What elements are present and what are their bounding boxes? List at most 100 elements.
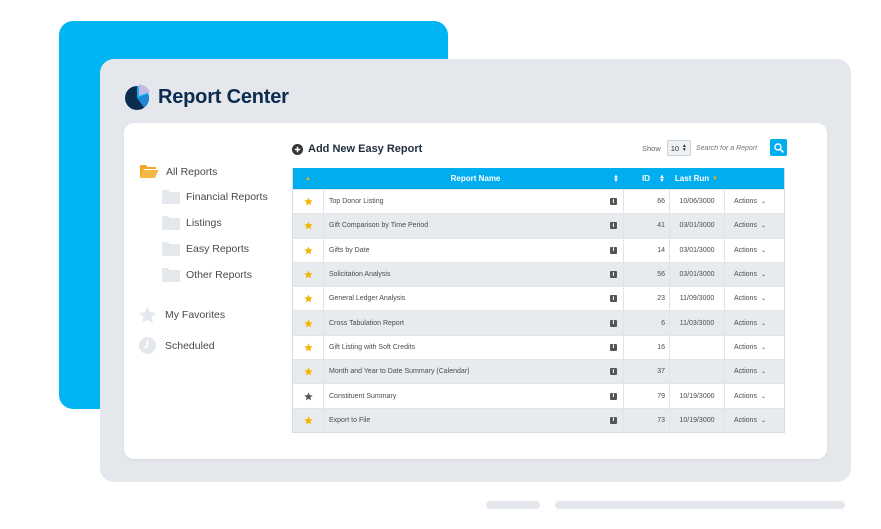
- favorite-toggle[interactable]: [293, 311, 323, 334]
- sidebar-item-label: Other Reports: [186, 269, 252, 281]
- report-name: Gifts by Date: [329, 246, 370, 254]
- table-row[interactable]: General Ledger Analysis i 23 11/09/3000 A…: [293, 286, 784, 311]
- sidebar-item-financial-reports[interactable]: Financial Reports: [162, 190, 268, 204]
- table-row[interactable]: Month and Year to Date Summary (Calendar…: [293, 359, 784, 384]
- sidebar-item-easy-reports[interactable]: Easy Reports: [162, 242, 249, 256]
- actions-label: Actions: [734, 368, 757, 376]
- info-icon[interactable]: i: [610, 198, 617, 206]
- report-name-cell[interactable]: Gift Comparison by Time Period i: [323, 214, 623, 238]
- info-icon[interactable]: i: [610, 319, 617, 327]
- report-name-cell[interactable]: Month and Year to Date Summary (Calendar…: [323, 360, 623, 384]
- table-row[interactable]: Export to File i 73 10/19/3000 Actions ⌄: [293, 407, 784, 432]
- report-name-cell[interactable]: Cross Tabulation Report i: [323, 311, 623, 335]
- actions-dropdown[interactable]: Actions ⌄: [724, 360, 784, 384]
- last-run-cell: 03/01/3000: [669, 238, 724, 262]
- favorite-toggle[interactable]: [293, 336, 323, 359]
- favorite-column-header[interactable]: ▲: [293, 168, 323, 189]
- info-icon[interactable]: i: [610, 271, 617, 279]
- info-icon[interactable]: i: [610, 295, 617, 303]
- show-label: Show: [642, 143, 661, 153]
- actions-label: Actions: [734, 295, 757, 303]
- show-count-value: 10: [670, 143, 680, 153]
- favorite-toggle[interactable]: [293, 409, 323, 432]
- sidebar-item-my-favorites[interactable]: My Favorites: [138, 306, 225, 324]
- last-run-column-header[interactable]: Last Run ▼: [669, 168, 724, 189]
- show-count-select[interactable]: 10 ▲ ▼: [666, 140, 691, 156]
- scroll-indicator[interactable]: [555, 501, 845, 509]
- favorite-toggle[interactable]: [293, 190, 323, 213]
- actions-dropdown[interactable]: Actions ⌄: [724, 335, 784, 360]
- sidebar-item-label: Scheduled: [165, 339, 215, 352]
- id-column-header[interactable]: ID ▲ ▼: [623, 168, 669, 189]
- info-icon[interactable]: i: [610, 368, 617, 376]
- info-icon[interactable]: i: [610, 222, 617, 230]
- sidebar-item-listings[interactable]: Listings: [162, 216, 222, 230]
- report-name-cell[interactable]: Constituent Summary i: [323, 384, 623, 408]
- actions-dropdown[interactable]: Actions ⌄: [724, 262, 784, 287]
- sidebar-item-other-reports[interactable]: Other Reports: [162, 268, 252, 282]
- star-icon: [303, 197, 313, 206]
- report-name-cell[interactable]: General Ledger Analysis i: [323, 287, 623, 311]
- report-name: Month and Year to Date Summary (Calendar…: [329, 368, 470, 376]
- actions-dropdown[interactable]: Actions ⌄: [724, 384, 784, 408]
- report-name-cell[interactable]: Gifts by Date i: [323, 238, 623, 262]
- report-name-cell[interactable]: Gift Listing with Soft Credits i: [323, 335, 623, 360]
- actions-dropdown[interactable]: Actions ⌄: [724, 311, 784, 335]
- table-row[interactable]: Solicitation Analysis i 56 03/01/3000 Act…: [293, 261, 784, 287]
- app-title: Report Center: [158, 85, 289, 108]
- chevron-down-icon: ⌄: [760, 369, 766, 376]
- folder-icon: [162, 190, 180, 204]
- favorite-toggle[interactable]: [293, 263, 323, 286]
- sidebar-item-label: My Favorites: [165, 309, 226, 321]
- sidebar-item-label: Listings: [186, 217, 222, 229]
- favorite-toggle[interactable]: [293, 239, 323, 262]
- star-icon: [303, 367, 313, 376]
- reports-table: ▲ Report Name ▲ ▼ ID ▲ ▼ Last Run ▼ Top Do…: [292, 168, 785, 433]
- chevron-down-icon: ⌄: [760, 320, 766, 327]
- id-cell: 37: [623, 360, 669, 384]
- star-icon: [303, 294, 313, 303]
- id-cell: 56: [623, 262, 669, 287]
- report-name-cell[interactable]: Solicitation Analysis i: [323, 262, 623, 287]
- info-icon[interactable]: i: [610, 392, 617, 400]
- chevron-down-icon: ⌄: [760, 223, 766, 230]
- favorite-toggle[interactable]: [293, 287, 323, 310]
- search-input[interactable]: [696, 139, 770, 157]
- sidebar-item-all-reports[interactable]: All Reports: [139, 164, 217, 179]
- table-row[interactable]: Gift Comparison by Time Period i 41 03/01…: [293, 213, 784, 238]
- last-run-cell: 03/01/3000: [669, 214, 724, 238]
- id-cell: 14: [623, 238, 669, 262]
- favorite-toggle[interactable]: [293, 360, 323, 383]
- folder-icon: [162, 216, 180, 230]
- actions-label: Actions: [734, 222, 757, 230]
- report-name-column-header[interactable]: Report Name ▲ ▼: [323, 168, 623, 189]
- actions-dropdown[interactable]: Actions ⌄: [724, 238, 784, 262]
- scroll-indicator[interactable]: [486, 501, 540, 509]
- sort-down-icon: ▼: [712, 175, 719, 182]
- header-label: Last Run: [674, 174, 710, 183]
- search-button[interactable]: [770, 139, 787, 156]
- last-run-cell: [669, 335, 724, 360]
- actions-dropdown[interactable]: Actions ⌄: [724, 408, 784, 432]
- table-row[interactable]: Top Donor Listing i 66 10/06/3000 Actions…: [293, 189, 784, 214]
- table-row[interactable]: Constituent Summary i 79 10/19/3000 Actio…: [293, 383, 784, 408]
- add-new-easy-report-button[interactable]: Add New Easy Report: [292, 143, 422, 155]
- actions-dropdown[interactable]: Actions ⌄: [724, 214, 784, 238]
- favorite-toggle[interactable]: [293, 214, 323, 237]
- info-icon[interactable]: i: [610, 343, 617, 351]
- star-icon: [303, 246, 313, 255]
- info-icon[interactable]: i: [610, 246, 617, 254]
- main-panel: All Reports Financial Reports Listings E…: [124, 123, 827, 459]
- favorite-toggle[interactable]: [293, 384, 323, 407]
- actions-dropdown[interactable]: Actions ⌄: [724, 190, 784, 214]
- chevron-down-icon: ⌄: [760, 296, 766, 303]
- table-row[interactable]: Gifts by Date i 14 03/01/3000 Actions ⌄: [293, 237, 784, 262]
- sidebar-item-scheduled[interactable]: Scheduled: [139, 337, 215, 354]
- table-row[interactable]: Cross Tabulation Report i 6 11/03/3000 Ac…: [293, 310, 784, 335]
- actions-dropdown[interactable]: Actions ⌄: [724, 287, 784, 311]
- info-icon[interactable]: i: [610, 416, 617, 424]
- id-cell: 23: [623, 287, 669, 311]
- report-name-cell[interactable]: Top Donor Listing i: [323, 190, 623, 214]
- report-name-cell[interactable]: Export to File i: [323, 408, 623, 432]
- table-row[interactable]: Gift Listing with Soft Credits i 16 Actio…: [293, 334, 784, 360]
